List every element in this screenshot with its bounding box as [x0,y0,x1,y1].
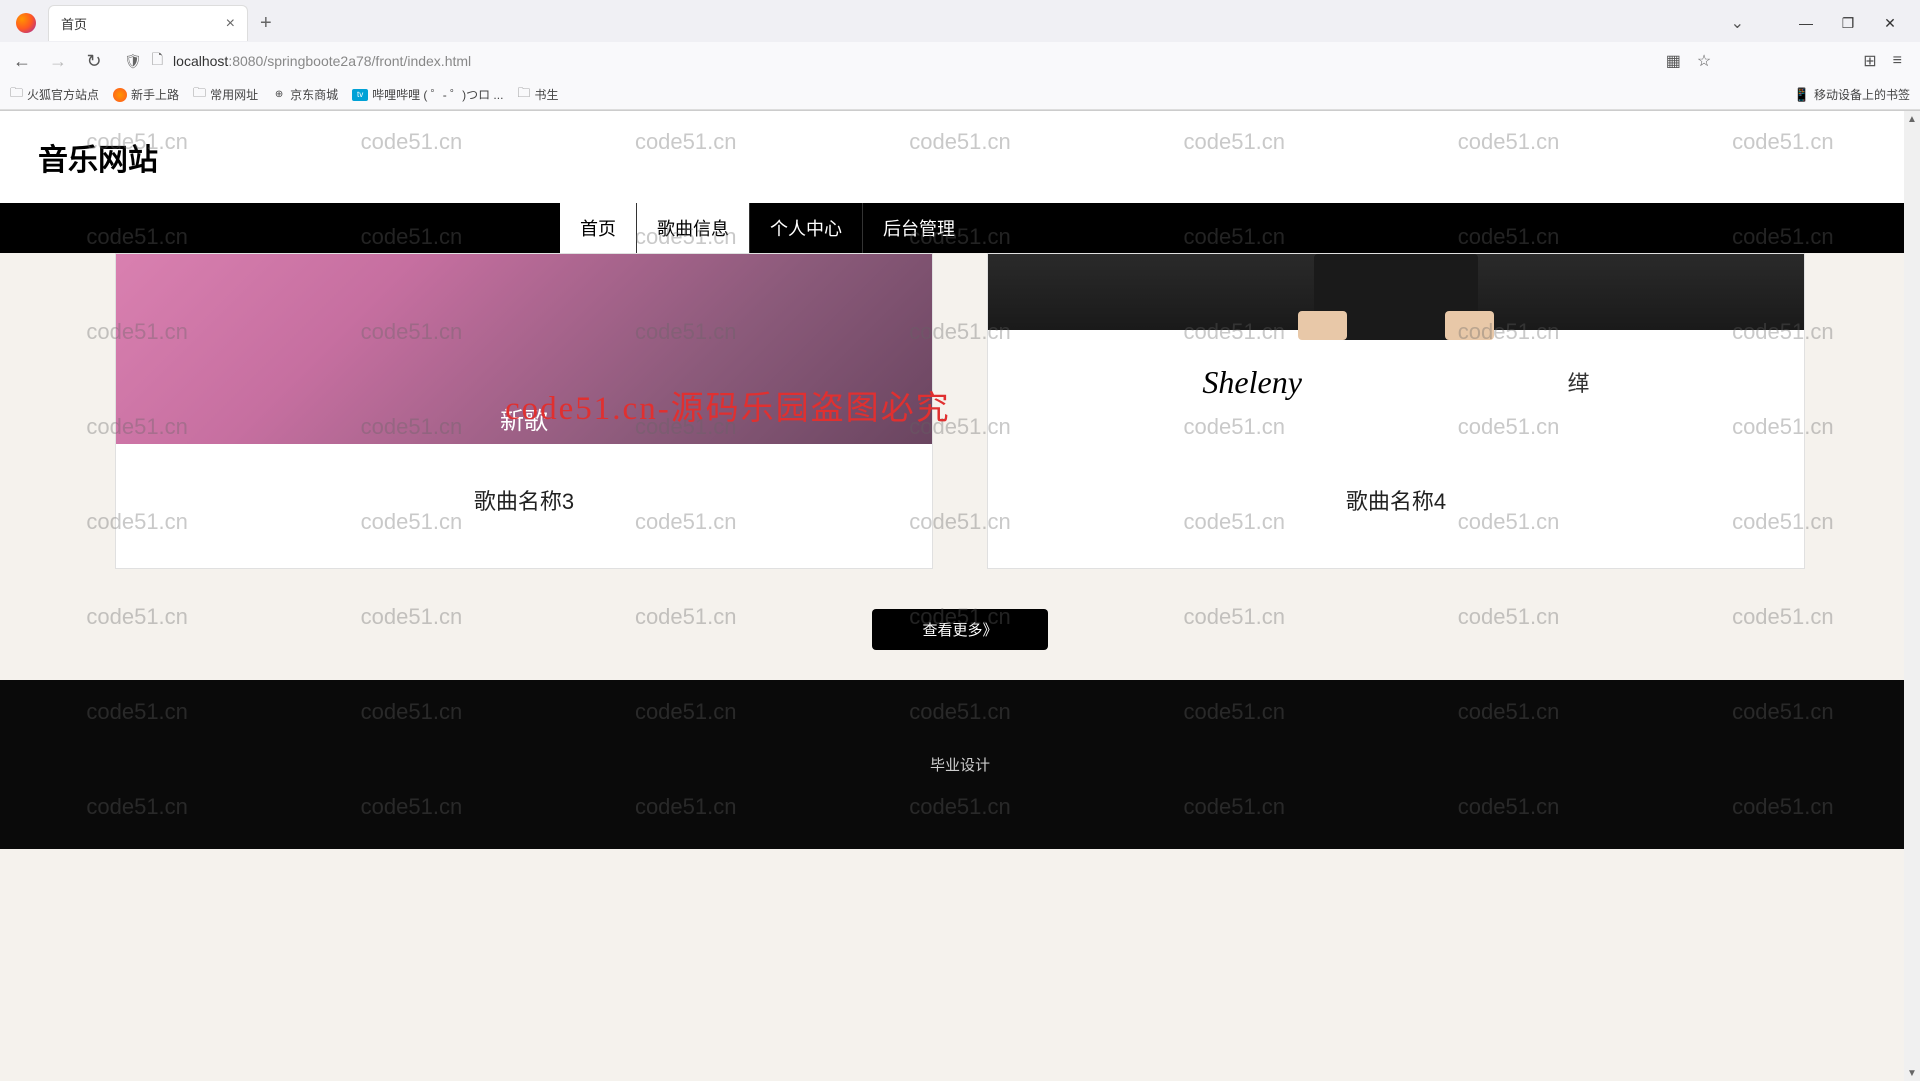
image-chinese-text: 缂 [1568,366,1590,398]
tab-title: 首页 [61,14,216,33]
page-viewport: 音乐网站 首页 歌曲信息 个人中心 后台管理 新歌 歌曲名称3 [0,111,1920,1081]
image-caption: 新歌 [500,401,548,436]
firefox-logo-icon [16,13,36,33]
signature-text: Sheleny [1202,364,1302,401]
tab-bar: 首页 × + ⌄ — ❐ ✕ [0,0,1920,42]
page-header: 音乐网站 [0,111,1920,203]
close-tab-icon[interactable]: × [226,15,235,33]
folder-icon: 🗀 [517,84,530,106]
content-area: 新歌 歌曲名称3 Sheleny 缂 歌曲名称4 [0,253,1920,680]
bookmark-star-icon[interactable]: ☆ [1697,51,1711,71]
bookmarks-toolbar: 🗀 火狐官方站点 新手上路 🗀 常用网址 ⊕ 京东商城 tv 哔哩哔哩 ( ゜-… [0,80,1920,110]
nav-home[interactable]: 首页 [560,203,637,253]
song-cards-row: 新歌 歌曲名称3 Sheleny 缂 歌曲名称4 [115,253,1805,569]
shield-icon: 🛡 [124,53,142,70]
song-title-3: 歌曲名称3 [136,484,912,516]
back-button[interactable]: ← [10,51,34,72]
nav-songs[interactable]: 歌曲信息 [637,203,750,253]
extensions-icon[interactable]: ⊞ [1863,51,1876,71]
browser-chrome: 首页 × + ⌄ — ❐ ✕ ← → ↻ 🛡 🗋 localhost:8080/… [0,0,1920,111]
navigation-bar: ← → ↻ 🛡 🗋 localhost:8080/springboote2a78… [0,42,1920,80]
bookmark-common-sites[interactable]: 🗀 常用网址 [193,84,258,106]
song-image-3: 新歌 [116,254,932,444]
reload-button[interactable]: ↻ [82,51,106,72]
forward-button[interactable]: → [46,51,70,72]
folder-icon: 🗀 [10,84,23,106]
jd-icon: ⊕ [272,88,286,102]
bookmark-firefox-official[interactable]: 🗀 火狐官方站点 [10,84,99,106]
minimize-button[interactable]: — [1796,15,1816,31]
qr-icon[interactable]: ▦ [1666,51,1681,71]
new-tab-button[interactable]: + [252,8,280,39]
bilibili-icon: tv [352,89,368,101]
url-text: localhost:8080/springboote2a78/front/ind… [173,53,471,69]
song-title-4: 歌曲名称4 [1008,484,1784,516]
close-window-button[interactable]: ✕ [1880,15,1900,32]
bookmark-getting-started[interactable]: 新手上路 [113,86,179,103]
song-card-4[interactable]: Sheleny 缂 歌曲名称4 [987,253,1805,569]
bookmark-mobile[interactable]: 📱 移动设备上的书签 [1794,86,1910,103]
song-image-4: Sheleny 缂 [988,254,1804,444]
address-bar[interactable]: 🛡 🗋 localhost:8080/springboote2a78/front… [118,49,1654,73]
maximize-button[interactable]: ❐ [1838,15,1858,32]
footer-text: 毕业设计 [930,757,990,774]
nav-admin[interactable]: 后台管理 [863,203,975,253]
scroll-up-icon[interactable]: ▲ [1904,111,1920,127]
info-icon: 🗋 [152,49,163,73]
mobile-icon: 📱 [1794,87,1810,103]
tabs-dropdown-icon[interactable]: ⌄ [1731,13,1744,33]
window-controls: ⌄ — ❐ ✕ [1731,13,1912,33]
browser-tab[interactable]: 首页 × [48,5,248,41]
bookmark-bilibili[interactable]: tv 哔哩哔哩 ( ゜- ゜)つロ ... [352,86,503,103]
site-title: 音乐网站 [38,135,1882,179]
bookmark-jd[interactable]: ⊕ 京东商城 [272,86,338,103]
scrollbar[interactable]: ▲ ▼ [1904,111,1920,1081]
main-navigation: 首页 歌曲信息 个人中心 后台管理 [0,203,1920,253]
firefox-icon [113,88,127,102]
song-card-3[interactable]: 新歌 歌曲名称3 [115,253,933,569]
view-more-button[interactable]: 查看更多》 [872,609,1047,650]
scroll-down-icon[interactable]: ▼ [1904,1065,1920,1081]
folder-icon: 🗀 [193,84,206,106]
page-footer: 毕业设计 [0,680,1920,849]
bookmark-shusheng[interactable]: 🗀 书生 [517,84,558,106]
nav-personal[interactable]: 个人中心 [750,203,863,253]
menu-icon[interactable]: ≡ [1893,52,1902,70]
